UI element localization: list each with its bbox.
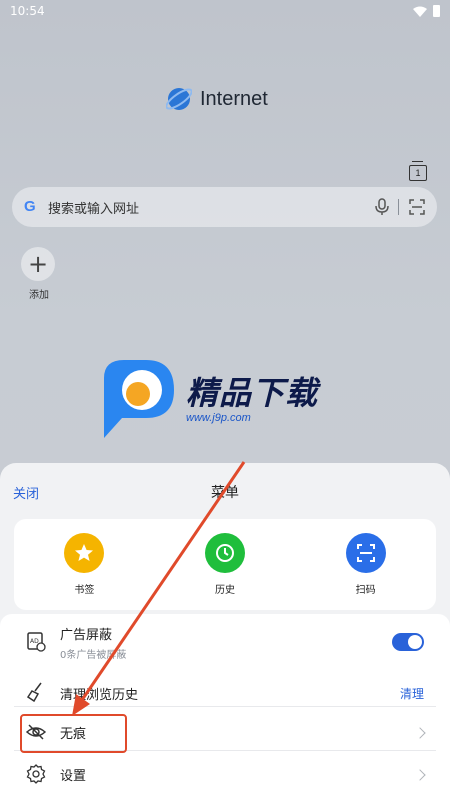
battery-icon: [433, 5, 440, 17]
internet-logo-icon: [166, 88, 192, 110]
microphone-icon[interactable]: [374, 198, 390, 216]
brand-title: Internet: [200, 87, 268, 110]
settings-title: 设置: [60, 769, 87, 784]
tab-count: 1: [415, 168, 421, 178]
chevron-right-icon: [414, 769, 426, 781]
clock-icon: [204, 533, 245, 573]
scan-icon: [345, 533, 386, 573]
wifi-icon: [413, 6, 427, 17]
brand: Internet: [166, 86, 268, 112]
add-shortcut-button[interactable]: + 添加: [21, 247, 57, 301]
watermark: 精品下载 www.j9p.com: [100, 358, 350, 442]
chevron-right-icon: [414, 727, 426, 739]
ad-block-subtitle: 0条广告被屏蔽: [60, 650, 127, 661]
watermark-logo-icon: [104, 360, 174, 438]
settings-row[interactable]: 设置: [0, 756, 450, 796]
annotation-highlight: [20, 714, 127, 753]
ad-block-row[interactable]: AD 广告屏蔽 0条广告被屏蔽: [0, 624, 450, 664]
search-input[interactable]: 搜索或输入网址: [48, 198, 374, 217]
clear-button[interactable]: 清理: [400, 685, 424, 702]
star-icon: [64, 533, 105, 573]
tab-counter-button[interactable]: 1: [409, 161, 427, 181]
search-bar[interactable]: G 搜索或输入网址: [12, 187, 437, 227]
scan-icon[interactable]: [409, 199, 425, 215]
status-bar: 10:54: [0, 0, 450, 22]
add-shortcut-label: 添加: [29, 290, 49, 301]
ad-block-title: 广告屏蔽: [60, 628, 113, 643]
watermark-text: 精品下载: [186, 374, 319, 412]
menu-header: 关闭 菜单: [0, 463, 450, 519]
clear-history-title: 清理浏览历史: [60, 688, 139, 703]
search-divider: [398, 199, 399, 215]
menu-title: 菜单: [211, 485, 239, 501]
watermark-url: www.j9p.com: [186, 412, 251, 424]
google-icon: G: [24, 198, 36, 215]
bookmarks-button[interactable]: 书签: [44, 533, 124, 596]
menu-divider: [14, 706, 436, 707]
ad-block-icon: AD: [27, 632, 46, 652]
gear-icon: [26, 764, 46, 784]
scan-qr-button[interactable]: 扫码: [326, 533, 406, 596]
history-button[interactable]: 历史: [185, 533, 265, 596]
ad-block-toggle[interactable]: [392, 633, 424, 651]
quick-actions: 书签 历史 扫码: [14, 519, 436, 610]
status-time: 10:54: [10, 4, 45, 18]
broom-icon: [26, 682, 42, 702]
menu-list: AD 广告屏蔽 0条广告被屏蔽 清理浏览历史 清理 无痕 设置: [0, 614, 450, 800]
plus-icon: +: [21, 247, 55, 281]
